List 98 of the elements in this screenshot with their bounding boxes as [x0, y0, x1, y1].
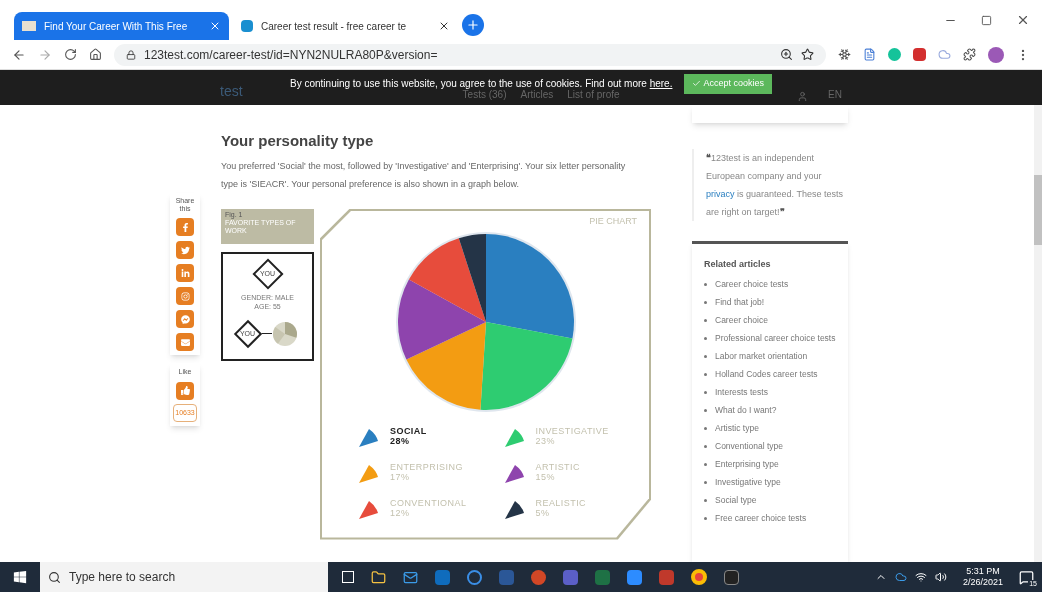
zoom-icon[interactable] — [780, 48, 793, 61]
task-view-icon[interactable] — [342, 571, 354, 583]
snowflake-icon[interactable] — [838, 48, 851, 61]
bullet-icon — [704, 373, 707, 376]
chrome-icon[interactable] — [691, 569, 707, 585]
bullet-icon — [704, 499, 707, 502]
article-link[interactable]: Holland Codes career tests — [715, 368, 818, 380]
article-link[interactable]: Conventional type — [715, 440, 784, 452]
legend-value: 5% — [535, 508, 551, 518]
article-link[interactable]: Social type — [715, 494, 757, 506]
search-icon — [48, 570, 61, 584]
article-link[interactable]: Interests tests — [715, 386, 768, 398]
section-title: Your personality type — [221, 131, 375, 151]
avatar-icon[interactable] — [988, 46, 1004, 63]
cube-icon — [241, 20, 253, 32]
article-link[interactable]: Professional career choice tests — [715, 332, 836, 344]
legend-value: 17% — [390, 472, 411, 482]
app-icon[interactable] — [531, 569, 546, 585]
app-icon[interactable] — [724, 569, 739, 585]
back-icon[interactable] — [12, 47, 26, 62]
bullet-icon — [704, 301, 707, 304]
legend-label: ENTERPRISING — [390, 462, 463, 472]
puzzle-icon[interactable] — [963, 48, 976, 61]
cookie-link[interactable]: here. — [649, 78, 673, 90]
windows-logo-icon — [13, 570, 27, 584]
speaker-icon[interactable] — [934, 571, 947, 583]
article-link[interactable]: Find that job! — [715, 296, 765, 308]
app-icon[interactable] — [435, 569, 450, 585]
legend-label: INVESTIGATIVE — [535, 426, 609, 436]
article-link[interactable]: Career choice — [715, 314, 768, 326]
app-icon[interactable] — [627, 569, 642, 585]
article-link[interactable]: Enterprising type — [715, 458, 779, 470]
article-link[interactable]: Labor market orientation — [715, 350, 808, 362]
address-bar[interactable]: 123test.com/career-test/id=NYN2NULRA80P&version= — [114, 43, 826, 66]
browser-tab[interactable]: Career test result - free career te — [233, 12, 458, 40]
thumbs-up-icon[interactable] — [176, 381, 194, 400]
article-link[interactable]: Free career choice tests — [715, 512, 807, 524]
related-articles-title: Related articles — [704, 257, 772, 271]
legend-label: ARTISTIC — [535, 462, 580, 472]
quote-text: ❝123test is an independent European company and your privacy is guaranteed. These tests are right on target!❞ — [692, 148, 848, 221]
linkedin-icon[interactable] — [176, 264, 194, 282]
bullet-icon — [704, 463, 707, 466]
new-tab-button[interactable] — [462, 14, 484, 36]
close-icon[interactable] — [438, 20, 450, 32]
taskbar-search-field[interactable]: Type here to search — [40, 562, 328, 592]
check-icon — [692, 79, 702, 89]
favicon-icon — [22, 21, 36, 31]
section-text: You preferred 'Social' the most, followed by 'Investigative' and 'Enterprising'. Your six letter personality type is 'SIEACR'. Your personal preference is also shown in a graph below. — [221, 159, 627, 191]
legend-value: 12% — [390, 508, 411, 518]
reload-icon[interactable] — [64, 48, 77, 61]
maximize-icon[interactable] — [981, 14, 992, 26]
bullet-icon — [704, 517, 707, 520]
bullet-icon — [704, 481, 707, 484]
bullet-icon — [704, 355, 707, 358]
bullet-icon — [704, 319, 707, 322]
legend-value: 23% — [535, 436, 556, 446]
bullet-icon — [704, 283, 707, 286]
article-link[interactable]: Artistic type — [715, 422, 759, 434]
app-icon[interactable] — [467, 569, 482, 585]
star-icon[interactable] — [801, 48, 814, 61]
lock-icon — [126, 49, 136, 60]
home-icon[interactable] — [89, 48, 102, 61]
mini-pie-icon — [271, 320, 298, 347]
article-link[interactable]: Career choice tests — [715, 278, 789, 290]
scrollbar[interactable] — [1034, 105, 1042, 562]
bullet-icon — [704, 337, 707, 340]
legend-value: 28% — [390, 436, 411, 446]
wifi-icon[interactable] — [914, 571, 927, 583]
bullet-icon — [704, 427, 707, 430]
app-icon[interactable] — [563, 569, 578, 585]
browser-tab[interactable]: Find Your Career With This Free — [14, 12, 229, 40]
document-icon[interactable] — [863, 48, 876, 61]
cloud-icon[interactable] — [894, 571, 907, 583]
messenger-icon[interactable] — [176, 310, 194, 328]
mail-icon[interactable] — [403, 569, 418, 585]
language-selector[interactable]: EN — [828, 87, 842, 102]
pdf-icon[interactable] — [913, 48, 926, 61]
chart-label: PIE CHART — [589, 214, 637, 228]
bullet-icon — [704, 409, 707, 412]
clock-time[interactable]: 5:31 PM — [966, 566, 1000, 577]
clock-date[interactable]: 2/26/2021 — [962, 577, 1003, 588]
bullet-icon — [704, 391, 707, 394]
article-link[interactable]: Investigative type — [715, 476, 781, 488]
plus-icon — [466, 18, 480, 32]
twitter-icon[interactable] — [176, 241, 194, 259]
bullet-icon — [704, 445, 707, 448]
mail-icon[interactable] — [176, 333, 194, 351]
app-icon[interactable] — [595, 569, 610, 585]
legend-label: SOCIAL — [390, 426, 427, 436]
folder-icon[interactable] — [371, 569, 386, 585]
legend-label: CONVENTIONAL — [390, 498, 467, 508]
facebook-icon[interactable] — [176, 218, 194, 236]
shield-icon[interactable] — [659, 569, 674, 585]
legend-label: REALISTIC — [535, 498, 587, 508]
article-link[interactable]: What do I want? — [715, 404, 777, 416]
legend-value: 15% — [535, 472, 556, 482]
privacy-link[interactable]: privacy — [706, 188, 735, 199]
close-icon[interactable] — [1016, 13, 1030, 27]
